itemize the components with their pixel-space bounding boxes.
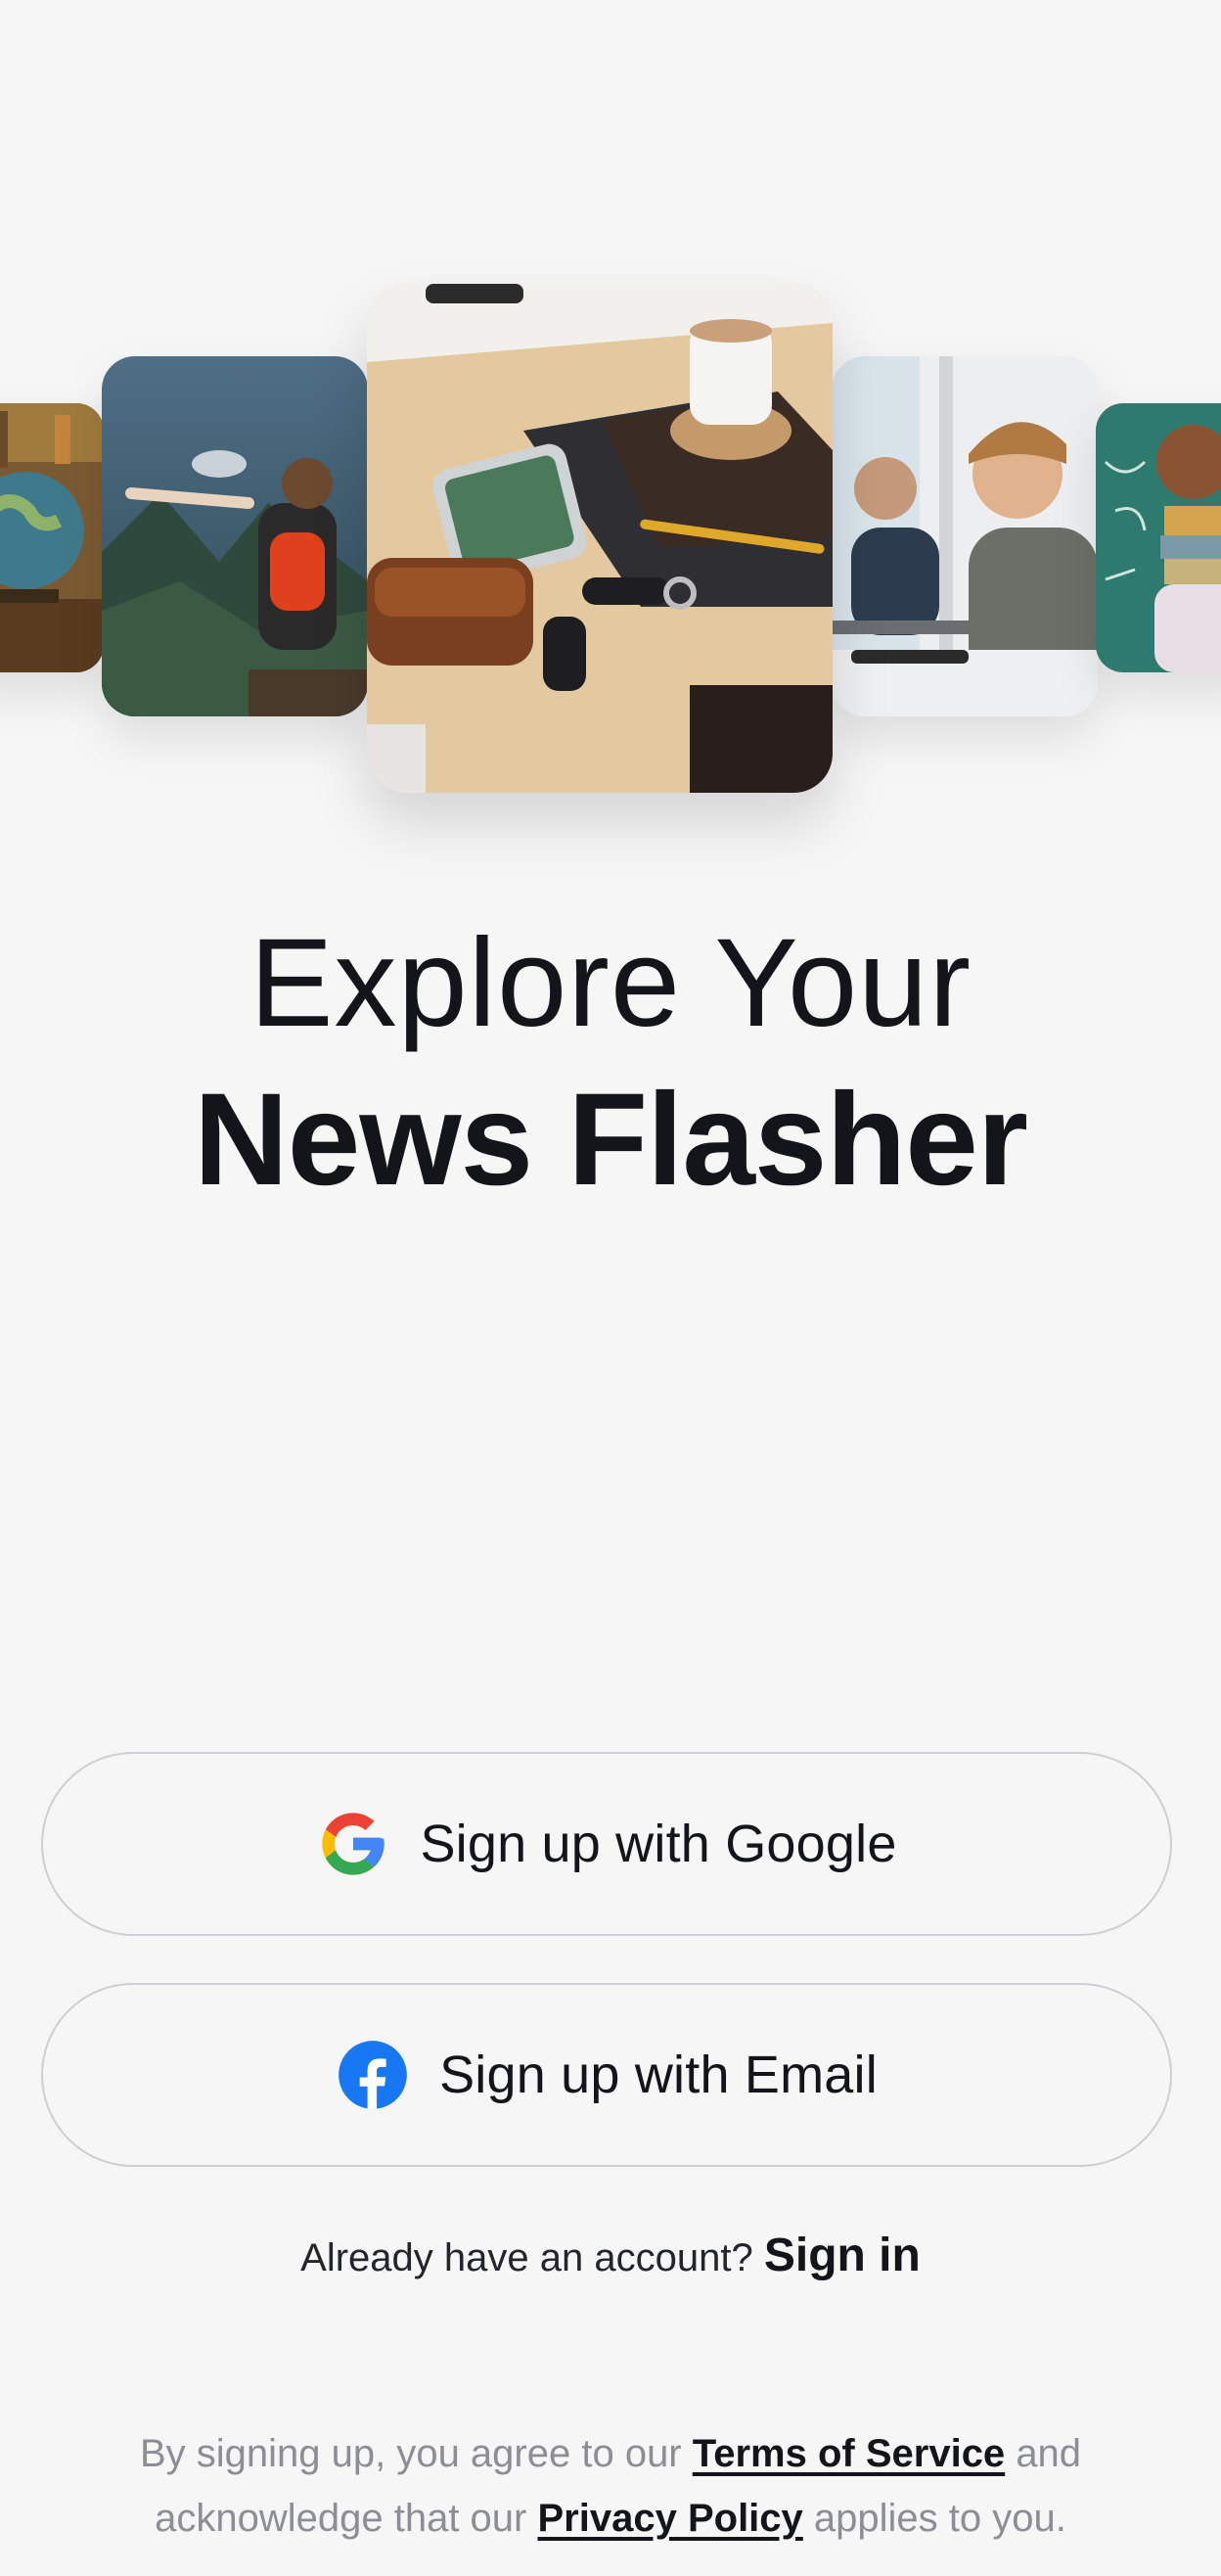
hiker-mountain-image[interactable] — [102, 356, 368, 716]
page-title: Explore Your News Flasher — [0, 910, 1221, 1223]
headline-line-2: News Flasher — [194, 1067, 1028, 1213]
hero-image-carousel[interactable] — [0, 0, 1221, 861]
privacy-policy-link[interactable]: Privacy Policy — [538, 2497, 803, 2540]
desk-phone-coffee-image[interactable] — [367, 284, 833, 793]
signup-email-button[interactable]: Sign up with Email — [41, 1983, 1172, 2167]
library-globe-image[interactable] — [0, 403, 104, 672]
google-icon — [316, 1807, 390, 1881]
signup-google-button[interactable]: Sign up with Google — [41, 1752, 1172, 1936]
signin-prompt: Already have an account? — [300, 2236, 753, 2279]
facebook-icon — [336, 2038, 410, 2112]
legal-text-1: By signing up, you agree to our — [139, 2432, 682, 2475]
signin-link[interactable]: Sign in — [764, 2230, 921, 2281]
signin-row: Already have an account? Sign in — [0, 2222, 1221, 2292]
legal-notice: By signing up, you agree to our Terms of… — [59, 2421, 1162, 2551]
student-books-image[interactable] — [1096, 403, 1221, 672]
legal-text-3: applies to you. — [813, 2497, 1066, 2540]
terms-of-service-link[interactable]: Terms of Service — [693, 2432, 1005, 2475]
office-workers-image[interactable] — [832, 356, 1098, 716]
signup-email-label: Sign up with Email — [439, 2046, 878, 2104]
headline-line-1: Explore Your — [249, 913, 972, 1053]
signup-screen: Explore Your News Flasher Sign up with G… — [0, 0, 1221, 2576]
signup-google-label: Sign up with Google — [420, 1815, 897, 1873]
